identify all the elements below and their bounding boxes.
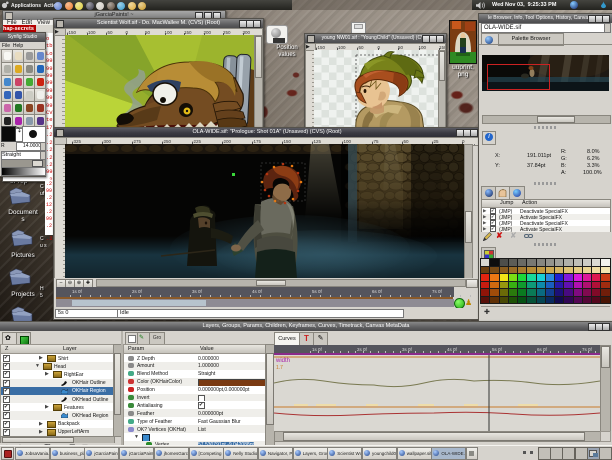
svg-text:width: width	[275, 358, 290, 364]
svg-text:1.7: 1.7	[276, 365, 283, 371]
